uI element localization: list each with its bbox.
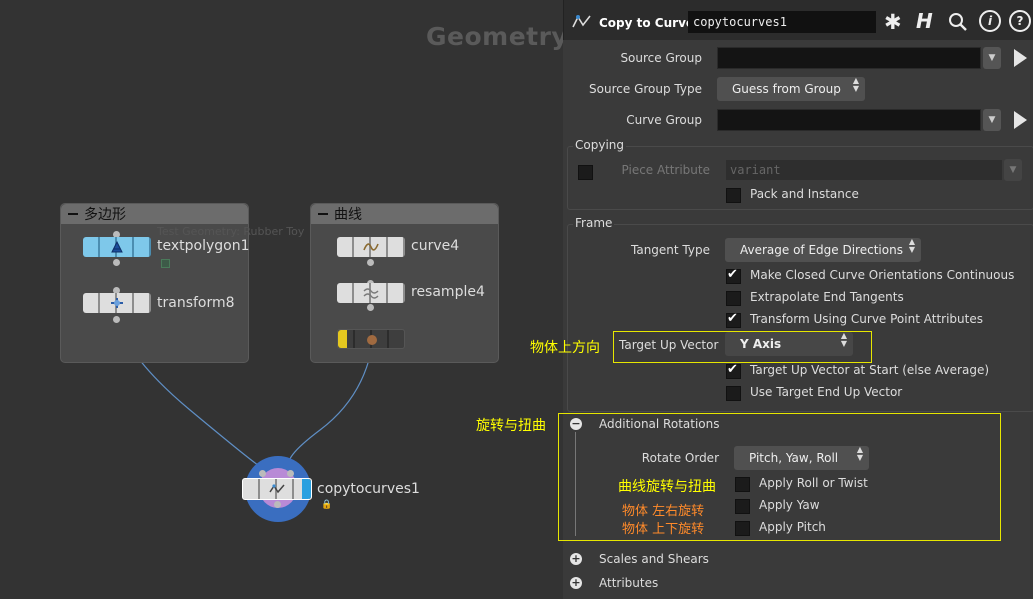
network-box-title: 多边形 [84, 207, 126, 223]
transform-using-checkbox[interactable] [726, 311, 741, 328]
curve-group-label: Curve Group [626, 113, 702, 127]
curve-icon [363, 243, 379, 251]
curve-group-field[interactable] [717, 109, 981, 131]
display-flag[interactable] [302, 479, 311, 499]
network-box-title: 曲线 [334, 207, 362, 223]
node-name-field[interactable]: copytocurves1 [688, 11, 876, 33]
node-output-dot [113, 259, 120, 266]
curve-group-select-button[interactable] [1014, 111, 1027, 129]
node-copytocurves[interactable] [242, 478, 312, 500]
use-target-end-checkbox[interactable] [726, 386, 741, 401]
expand-icon[interactable]: + [570, 553, 582, 565]
node-output-dot [367, 304, 374, 311]
network-box-header[interactable]: 曲线 [311, 204, 498, 224]
node-flag-icon [161, 259, 170, 268]
network-box-header[interactable]: 多边形 [61, 204, 248, 224]
node-label: copytocurves1 [317, 481, 420, 497]
curve-group-menu-button[interactable]: ▼ [983, 109, 1001, 131]
node-label: curve4 [411, 238, 460, 254]
help-icon[interactable]: ? [1009, 10, 1031, 32]
up-direction-annotation: 物体上方向 [530, 340, 600, 356]
transform-using-label: Transform Using Curve Point Attributes [750, 312, 983, 326]
copy-to-curves-icon [269, 484, 285, 494]
frame-group-label: Frame [573, 216, 615, 230]
expand-icon[interactable]: + [570, 577, 582, 589]
node-curve[interactable] [337, 237, 405, 257]
node-transform[interactable] [83, 293, 151, 313]
pitch-annotation: 物体 上下旋转 [622, 522, 705, 537]
source-group-menu-button[interactable]: ▼ [983, 47, 1001, 69]
node-input-dot [287, 470, 294, 477]
node-resample[interactable] [337, 283, 405, 303]
collapse-icon[interactable] [68, 213, 78, 215]
node-label: transform8 [157, 295, 235, 311]
network-editor[interactable]: Geometry 多边形 曲线 textpolygon1 Test Geomet… [0, 0, 563, 599]
target-up-at-start-checkbox[interactable] [726, 362, 741, 379]
make-closed-curve-label: Make Closed Curve Orientations Continuou… [750, 268, 1015, 282]
curve-rotate-twist-annotation: 曲线旋转与扭曲 [618, 479, 716, 495]
extrapolate-checkbox[interactable] [726, 291, 741, 306]
rubber-toy-icon [111, 240, 123, 253]
lock-icon[interactable]: 🔒 [321, 500, 332, 510]
node-input-dot [259, 470, 266, 477]
dropdown-arrows-icon: ▲ ▼ [852, 76, 859, 93]
node-textpolygon[interactable] [83, 237, 151, 257]
attributes-heading[interactable]: Attributes [599, 576, 658, 590]
wire-resample-copytocurves [288, 351, 372, 469]
target-up-vector-highlight [613, 331, 872, 363]
copying-group-label: Copying [573, 138, 626, 152]
gear-icon[interactable]: ✱ [884, 10, 902, 34]
piece-attribute-field: variant [725, 159, 1003, 181]
pack-and-instance-label: Pack and Instance [750, 187, 859, 201]
node-comment: Test Geometry: Rubber Toy [157, 225, 305, 238]
source-group-type-label: Source Group Type [589, 82, 702, 96]
node-output-dot [367, 259, 374, 266]
rotate-twist-annotation: 旋转与扭曲 [476, 418, 546, 434]
piece-attribute-label: Piece Attribute [621, 163, 710, 177]
yaw-annotation: 物体 左右旋转 [622, 504, 705, 519]
tangent-type-label: Tangent Type [631, 243, 710, 257]
node-output-dot [274, 501, 281, 508]
target-up-at-start-label: Target Up Vector at Start (else Average) [750, 363, 990, 377]
node-output-dot [113, 316, 120, 323]
piece-attribute-menu-button: ▼ [1004, 159, 1022, 181]
node-label: textpolygon1 [157, 238, 250, 254]
source-group-select-button[interactable] [1014, 49, 1027, 67]
panel-toolbar: Copy to Curves copytocurves1 ✱ H i ? [563, 0, 1033, 40]
scales-and-shears-heading[interactable]: Scales and Shears [599, 552, 709, 566]
extrapolate-label: Extrapolate End Tangents [750, 290, 904, 304]
node-type-label: Copy to Curves [599, 16, 702, 30]
node-label: resample4 [411, 284, 485, 300]
bypass-flag[interactable] [338, 330, 347, 348]
transform-icon [111, 298, 123, 308]
dropdown-value: Average of Edge Directions [740, 243, 903, 257]
search-icon[interactable] [948, 12, 968, 32]
copy-to-curves-icon [572, 15, 591, 28]
dropdown-value: Guess from Group [732, 82, 841, 96]
info-icon[interactable]: i [979, 10, 1001, 32]
source-group-label: Source Group [620, 51, 702, 65]
help-h-icon[interactable]: H [916, 9, 933, 33]
tangent-type-dropdown[interactable]: Average of Edge Directions ▲ ▼ [725, 238, 921, 262]
pack-and-instance-checkbox[interactable] [726, 188, 741, 203]
bypassed-node-icon [367, 335, 377, 345]
dropdown-arrows-icon: ▲ ▼ [908, 237, 915, 254]
resample-icon [363, 288, 379, 299]
use-target-end-label: Use Target End Up Vector [750, 385, 903, 399]
make-closed-curve-checkbox[interactable] [726, 267, 741, 284]
source-group-type-dropdown[interactable]: Guess from Group ▲ ▼ [717, 77, 865, 101]
source-group-field[interactable] [717, 47, 981, 69]
node-bypassed[interactable] [337, 329, 405, 349]
collapse-icon[interactable] [318, 213, 328, 215]
